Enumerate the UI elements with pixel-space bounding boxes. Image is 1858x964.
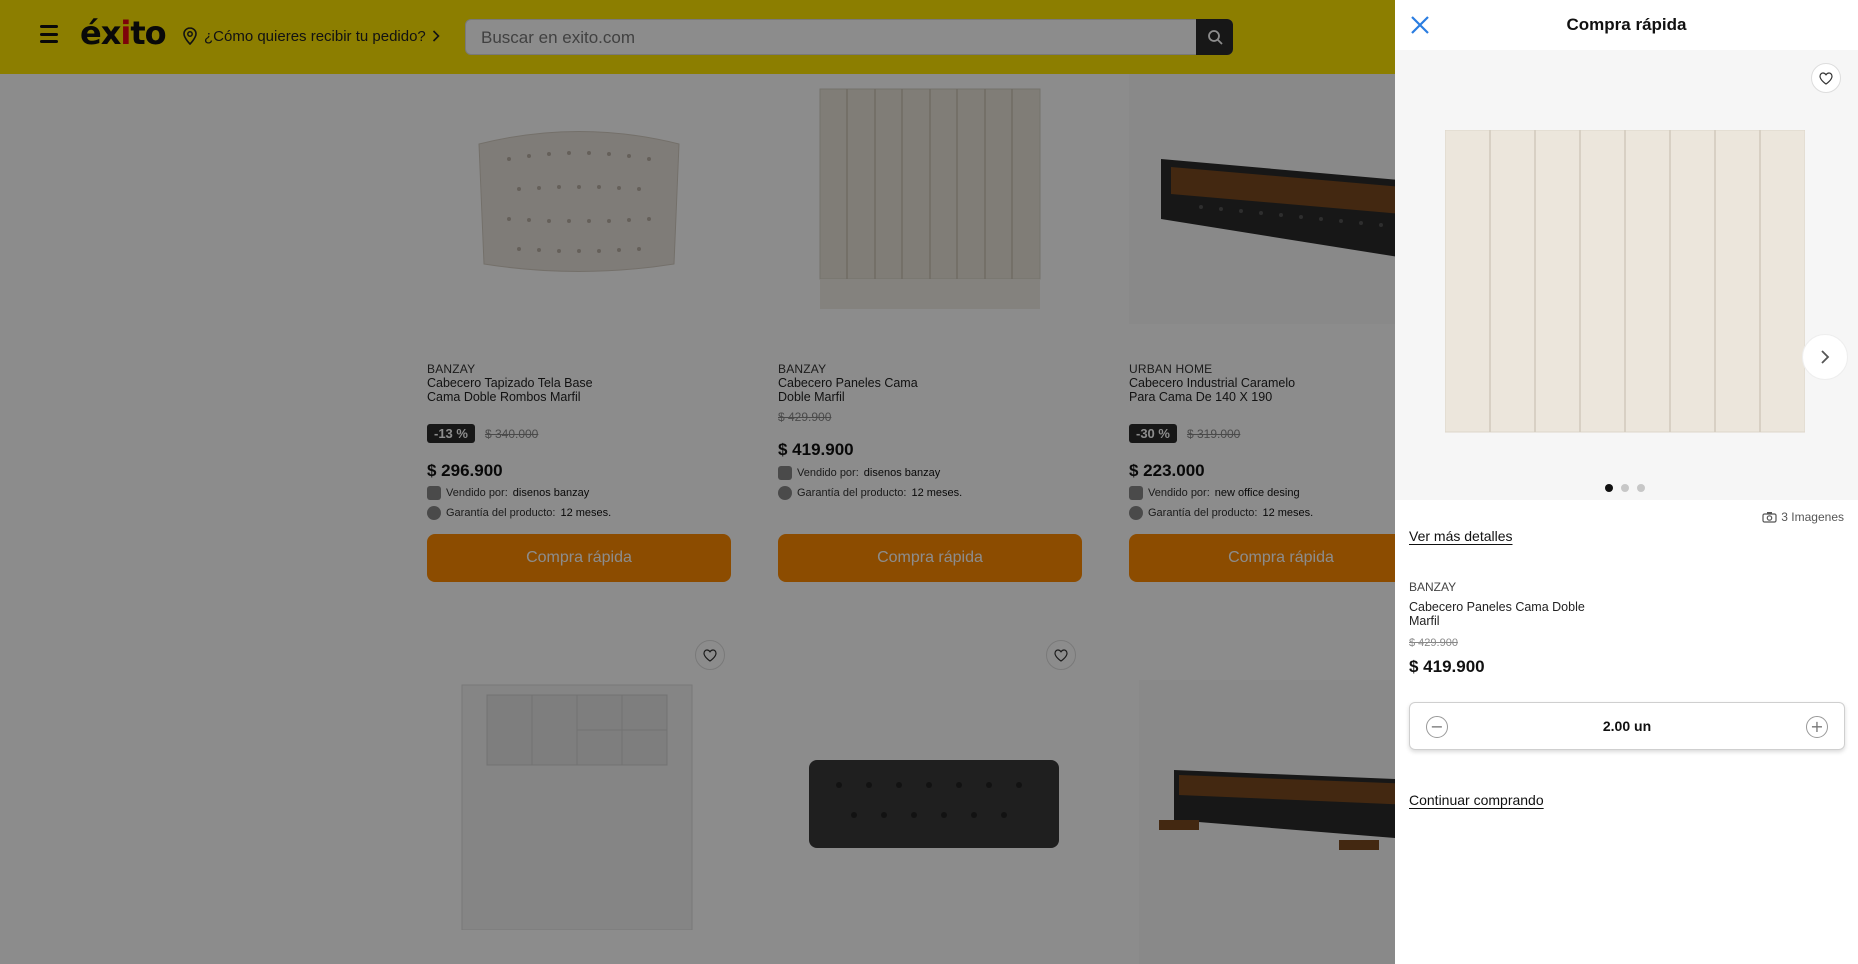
image-count-label: 3 Imagenes [1781, 510, 1844, 524]
favorite-button[interactable] [1811, 63, 1841, 93]
quantity-stepper: − 2.00 un + [1409, 702, 1845, 750]
close-icon[interactable] [1409, 14, 1431, 36]
drawer-title: Compra rápida [1566, 15, 1687, 34]
continue-shopping-link[interactable]: Continuar comprando [1409, 792, 1544, 808]
gallery-dot[interactable] [1621, 484, 1629, 492]
image-count: 3 Imagenes [1762, 510, 1844, 524]
drawer-product-title: Cabecero Paneles Cama Doble Marfil [1409, 600, 1585, 628]
quantity-value: 2.00 un [1602, 718, 1652, 734]
camera-icon [1762, 512, 1777, 523]
gallery-dot[interactable] [1637, 484, 1645, 492]
product-gallery[interactable] [1395, 50, 1858, 500]
gallery-image [1444, 129, 1806, 445]
heart-icon [1819, 71, 1833, 85]
gallery-dot[interactable] [1605, 484, 1613, 492]
drawer-price: $ 419.900 [1409, 657, 1485, 676]
increase-quantity-button[interactable]: + [1806, 716, 1828, 738]
drawer-old-price: $ 429.900 [1409, 637, 1458, 649]
gallery-next-button[interactable] [1802, 334, 1848, 380]
modal-backdrop[interactable] [0, 0, 1395, 964]
chevron-right-icon [1821, 350, 1830, 364]
gallery-dots [1605, 484, 1645, 492]
drawer-header: Compra rápida [1395, 0, 1858, 50]
quick-buy-drawer: Compra rápida 3 Imagenes Ver más detalle… [1395, 0, 1858, 964]
more-details-link[interactable]: Ver más detalles [1409, 528, 1513, 544]
drawer-product-brand: BANZAY [1409, 580, 1457, 594]
